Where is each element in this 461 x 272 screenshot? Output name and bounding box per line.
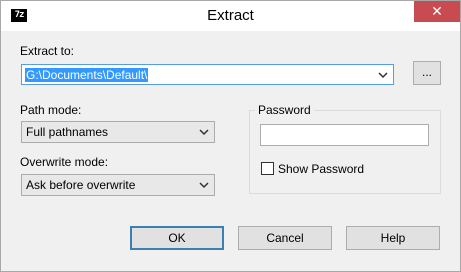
chevron-down-icon <box>199 129 209 136</box>
overwrite-mode-value: Ask before overwrite <box>26 178 136 192</box>
overwrite-mode-label: Overwrite mode: <box>20 155 109 169</box>
password-group-label: Password <box>255 103 314 117</box>
password-input[interactable] <box>260 124 429 146</box>
show-password-label[interactable]: Show Password <box>278 162 364 176</box>
browse-button[interactable]: ... <box>413 61 441 85</box>
extract-to-combo[interactable]: G:\Documents\Default\ <box>21 64 394 85</box>
help-button[interactable]: Help <box>346 226 440 250</box>
ok-button[interactable]: OK <box>130 226 224 250</box>
close-icon: ✕ <box>431 3 443 19</box>
extract-to-label: Extract to: <box>20 44 75 58</box>
show-password-checkbox[interactable] <box>261 162 274 175</box>
dialog-body: Extract to: G:\Documents\Default\ ... Pa… <box>2 31 459 271</box>
title-bar[interactable]: 7z Extract ✕ <box>1 1 460 31</box>
overwrite-mode-select[interactable]: Ask before overwrite <box>21 174 215 196</box>
extract-dialog: 7z Extract ✕ Extract to: G:\Documents\De… <box>0 0 461 272</box>
path-mode-value: Full pathnames <box>26 125 109 139</box>
path-mode-label: Path mode: <box>20 103 82 117</box>
password-groupbox <box>249 110 441 194</box>
dialog-title: Extract <box>207 7 254 24</box>
cancel-button[interactable]: Cancel <box>238 226 332 250</box>
path-mode-select[interactable]: Full pathnames <box>21 121 215 143</box>
chevron-down-icon <box>199 182 209 189</box>
chevron-down-icon[interactable] <box>375 66 391 83</box>
close-button[interactable]: ✕ <box>414 1 460 22</box>
extract-to-value[interactable]: G:\Documents\Default\ <box>25 68 149 82</box>
